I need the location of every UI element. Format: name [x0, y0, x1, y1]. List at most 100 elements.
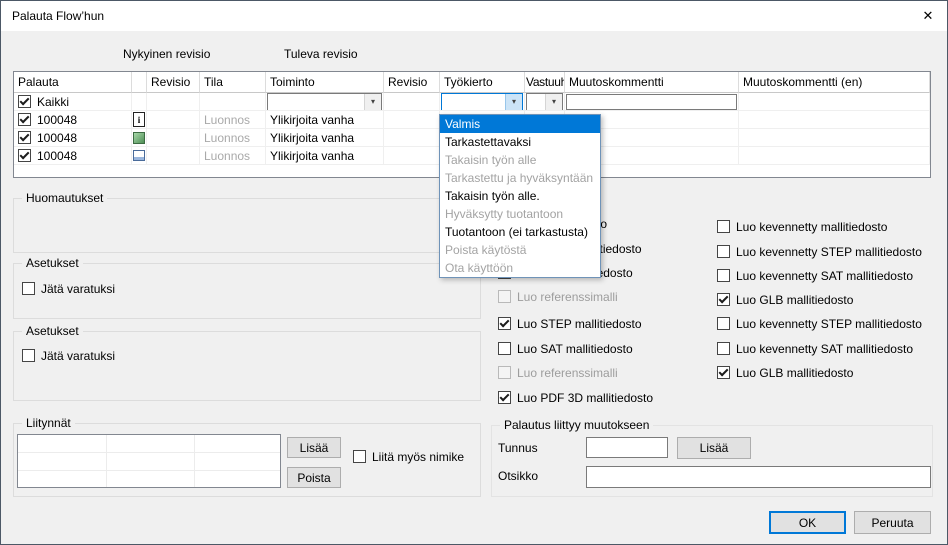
column-header-muutoskommentti-en[interactable]: Muutoskommentti (en) [739, 72, 930, 93]
model-icon [133, 132, 145, 144]
dropdown-item-takaisin-tyon-alle-2[interactable]: Takaisin työn alle. [440, 187, 600, 205]
column-header-palauta[interactable]: Palauta [14, 72, 132, 93]
close-button[interactable]: ✕ [909, 1, 947, 30]
column-header-icon[interactable] [132, 72, 147, 93]
luo-kevennetty-step-mallitiedosto-checkbox[interactable] [717, 317, 730, 330]
option-label: Luo kevennetty mallitiedosto [736, 220, 887, 234]
column-header-tyokierto[interactable]: Työkierto [440, 72, 525, 93]
luo-kevennetty-mallitiedosto-checkbox[interactable] [717, 220, 730, 233]
toiminto-combobox[interactable]: ▾ [267, 93, 382, 111]
cell-palauta: 100048 [14, 147, 132, 165]
asetukset-group-1: Asetukset Jätä varatuksi [13, 263, 481, 319]
row-name: Kaikki [37, 95, 69, 109]
muutoskommentti-input[interactable] [566, 94, 737, 110]
luo-glb-mallitiedosto-checkbox[interactable] [717, 293, 730, 306]
palauta-flowhun-dialog: Palauta Flow’hun ✕ Nykyinen revisio Tule… [0, 0, 948, 545]
luo-step-mallitiedosto-checkbox[interactable] [498, 317, 511, 330]
jata-varatuksi-checkbox[interactable] [22, 349, 35, 362]
row-select-checkbox[interactable] [18, 131, 31, 144]
asetukset-group-2: Asetukset Jätä varatuksi [13, 331, 481, 401]
liita-myos-nimike-checkbox[interactable] [353, 450, 366, 463]
dropdown-item-tarkastettu-ja-hyvaksyntaan: Tarkastettu ja hyväksyntään [440, 169, 600, 187]
column-header-muutoskommentti[interactable]: Muutoskommentti [565, 72, 739, 93]
cell-vastuuhenkilo: ▾ [525, 93, 565, 111]
cell-icon: i [132, 111, 147, 129]
row-name: 100048 [37, 149, 77, 163]
luo-glb-mallitiedosto-option[interactable]: Luo GLB mallitiedosto [717, 292, 853, 307]
column-header-tila[interactable]: Tila [200, 72, 266, 93]
vastuuhenkilo-combobox[interactable]: ▾ [526, 93, 563, 111]
tyokierto-combobox[interactable]: ▾ [441, 93, 523, 111]
cell-tyokierto: ▾ [440, 93, 525, 111]
liitynnat-list[interactable] [17, 434, 281, 488]
luo-glb-mallitiedosto-checkbox[interactable] [717, 366, 730, 379]
luo-kevennetty-mallitiedosto-option[interactable]: Luo kevennetty mallitiedosto [717, 219, 887, 234]
dropdown-item-ota-kayttoon: Ota käyttöön [440, 259, 600, 277]
column-header-vastuuhenkilo[interactable]: Vastuuh... [525, 72, 565, 93]
luo-kevennetty-sat-mallitiedosto-checkbox[interactable] [717, 269, 730, 282]
column-header-revisio[interactable]: Revisio [147, 72, 200, 93]
dropdown-item-valmis[interactable]: Valmis [440, 115, 600, 133]
jata-varatuksi-checkbox[interactable] [22, 282, 35, 295]
cell-revisio2 [384, 129, 440, 147]
dropdown-item-tuotantoon-ei-tarkastusta[interactable]: Tuotantoon (ei tarkastusta) [440, 223, 600, 241]
ok-button[interactable]: OK [769, 511, 846, 534]
column-header-toiminto[interactable]: Toiminto [266, 72, 384, 93]
cell-icon [132, 129, 147, 147]
luo-kevennetty-sat-mallitiedosto-option[interactable]: Luo kevennetty SAT mallitiedosto [717, 268, 913, 283]
luo-kevennetty-sat-mallitiedosto-option-2[interactable]: Luo kevennetty SAT mallitiedosto [717, 341, 913, 356]
tunnus-label: Tunnus [498, 441, 538, 455]
row-select-checkbox[interactable] [18, 113, 31, 126]
asetukset-label: Asetukset [22, 324, 83, 338]
luo-pdf-3d-mallitiedosto-checkbox[interactable] [498, 391, 511, 404]
option-label: Luo kevennetty STEP mallitiedosto [736, 317, 922, 331]
cell-toiminto: Ylikirjoita vanha [266, 111, 384, 129]
cell-icon [132, 147, 147, 165]
luo-sat-mallitiedosto-checkbox[interactable] [498, 342, 511, 355]
luo-referenssimalli-checkbox [498, 290, 511, 303]
luo-referenssimalli-option-2: Luo referenssimalli [498, 365, 618, 380]
cell-revisio [147, 147, 200, 165]
cell-palauta: 100048 [14, 129, 132, 147]
luo-sat-mallitiedosto-option-2[interactable]: Luo SAT mallitiedosto [498, 341, 633, 356]
drawing-icon [133, 150, 145, 161]
liita-myos-nimike-option[interactable]: Liitä myös nimike [353, 449, 464, 464]
muutos-lisaa-button[interactable]: Lisää [677, 437, 751, 459]
cell-revisio2 [384, 93, 440, 111]
table-row-kaikki[interactable]: Kaikki ▾ ▾ ▾ [14, 93, 930, 111]
luo-kevennetty-sat-mallitiedosto-checkbox[interactable] [717, 342, 730, 355]
otsikko-label: Otsikko [498, 469, 538, 483]
row-select-checkbox[interactable] [18, 95, 31, 108]
cell-muutoskommentti [565, 93, 739, 111]
luo-kevennetty-step-mallitiedosto-option-2[interactable]: Luo kevennetty STEP mallitiedosto [717, 316, 922, 331]
cell-revisio [147, 111, 200, 129]
column-header-revisio2[interactable]: Revisio [384, 72, 440, 93]
option-label: Luo SAT mallitiedosto [517, 342, 633, 356]
cell-palauta: 100048 [14, 111, 132, 129]
luo-glb-mallitiedosto-option-2[interactable]: Luo GLB mallitiedosto [717, 365, 853, 380]
tunnus-input[interactable] [586, 437, 668, 458]
dropdown-item-poista-kaytosta: Poista käytöstä [440, 241, 600, 259]
cell-revisio2 [384, 111, 440, 129]
dropdown-item-takaisin-tyon-alle: Takaisin työn alle [440, 151, 600, 169]
jata-varatuksi-option[interactable]: Jätä varatuksi [22, 348, 115, 363]
row-select-checkbox[interactable] [18, 149, 31, 162]
option-label: Luo GLB mallitiedosto [736, 293, 853, 307]
liitynnat-lisaa-button[interactable]: Lisää [287, 437, 341, 458]
dropdown-item-tarkastettavaksi[interactable]: Tarkastettavaksi [440, 133, 600, 151]
luo-kevennetty-step-mallitiedosto-checkbox[interactable] [717, 245, 730, 258]
jata-varatuksi-label: Jätä varatuksi [41, 349, 115, 363]
luo-kevennetty-step-mallitiedosto-option[interactable]: Luo kevennetty STEP mallitiedosto [717, 244, 922, 259]
row-name: 100048 [37, 113, 77, 127]
luo-pdf-3d-mallitiedosto-option[interactable]: Luo PDF 3D mallitiedosto [498, 390, 653, 405]
option-label: Luo GLB mallitiedosto [736, 366, 853, 380]
liitynnat-poista-button[interactable]: Poista [287, 467, 341, 488]
luo-step-mallitiedosto-option-2[interactable]: Luo STEP mallitiedosto [498, 316, 642, 331]
jata-varatuksi-option[interactable]: Jätä varatuksi [22, 281, 115, 296]
cancel-button[interactable]: Peruuta [854, 511, 931, 534]
cell-tila: Luonnos [200, 147, 266, 165]
title-bar: Palauta Flow’hun [1, 1, 947, 31]
jata-varatuksi-label: Jätä varatuksi [41, 282, 115, 296]
otsikko-input[interactable] [586, 466, 931, 488]
option-label: Luo STEP mallitiedosto [517, 317, 642, 331]
